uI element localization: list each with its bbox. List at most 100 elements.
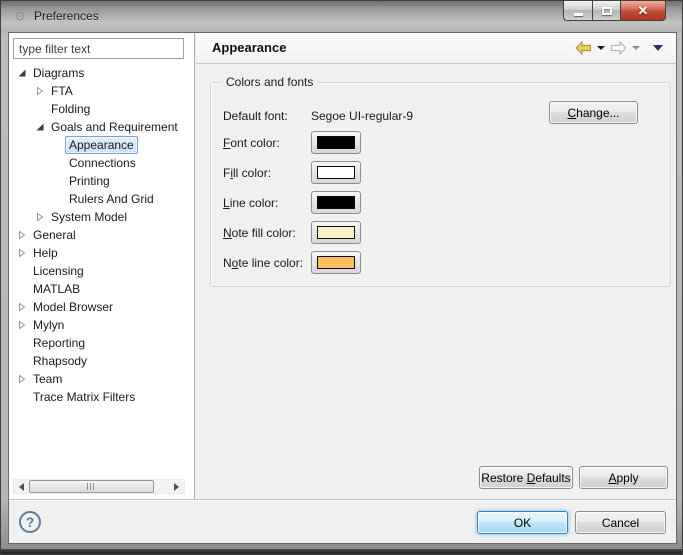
tree-item-label: Diagrams	[33, 66, 85, 80]
tree-item-model-browser[interactable]: Model Browser	[9, 298, 193, 316]
tree-item-label: Rulers And Grid	[69, 192, 154, 206]
tree-item-connections[interactable]: Connections	[9, 154, 193, 172]
tree-item-fta[interactable]: FTA	[9, 82, 193, 100]
back-history-dropdown-icon[interactable]	[597, 46, 605, 50]
colors-and-fonts-group: Colors and fonts Default font: Segoe UI-…	[210, 75, 671, 287]
change-font-button[interactable]: Change...	[549, 101, 638, 124]
tree-item-label: Licensing	[33, 264, 84, 278]
scroll-left-arrow-icon[interactable]	[14, 480, 29, 493]
tree-item-reporting[interactable]: Reporting	[9, 334, 193, 352]
tree-item-label: System Model	[51, 210, 128, 224]
forward-history-dropdown-icon[interactable]	[632, 46, 640, 50]
expand-arrow-icon[interactable]	[33, 212, 47, 222]
maximize-icon	[601, 6, 612, 15]
tree-item-team[interactable]: Team	[9, 370, 193, 388]
caption-buttons: ✕	[563, 1, 666, 21]
note-fill-color-swatch-button[interactable]	[311, 221, 361, 244]
tree-item-printing[interactable]: Printing	[9, 172, 193, 190]
tree-item-label: Help	[33, 246, 58, 260]
line-color-swatch-button[interactable]	[311, 191, 361, 214]
tree-item-mylyn[interactable]: Mylyn	[9, 316, 193, 334]
tree-item-label: Team	[33, 372, 63, 386]
expand-arrow-icon[interactable]	[15, 320, 29, 330]
close-button[interactable]: ✕	[621, 1, 666, 21]
tree-item-label: Trace Matrix Filters	[33, 390, 136, 404]
app-gear-icon: ⚙	[14, 9, 26, 24]
tree-item-system-model[interactable]: System Model	[9, 208, 193, 226]
history-nav	[575, 41, 665, 55]
ok-button[interactable]: OK	[477, 511, 568, 534]
filter-input[interactable]	[13, 38, 184, 59]
tree-item-trace-matrix-filters[interactable]: Trace Matrix Filters	[9, 388, 193, 406]
tree-item-label: Folding	[51, 102, 91, 116]
tree-item-matlab[interactable]: MATLAB	[9, 280, 193, 298]
maximize-button[interactable]	[592, 1, 621, 21]
default-font-value: Segoe UI-regular-9	[311, 109, 414, 123]
note-fill-color-swatch	[317, 226, 355, 239]
page-title: Appearance	[212, 40, 287, 55]
forward-arrow-icon[interactable]	[610, 41, 627, 55]
page-header: Appearance	[196, 33, 676, 64]
group-title: Colors and fonts	[222, 75, 318, 89]
color-rows: Font color: Fill color: Line color: Note fi…	[223, 131, 361, 281]
note-fill-color-row: Note fill color:	[223, 221, 361, 244]
tree-item-label: MATLAB	[33, 282, 81, 296]
tree-item-rhapsody[interactable]: Rhapsody	[9, 352, 193, 370]
font-color-swatch-button[interactable]	[311, 131, 361, 154]
default-font-row: Default font: Segoe UI-regular-9 Change.…	[223, 101, 658, 128]
font-color-label: Font color:	[223, 135, 280, 150]
help-button[interactable]: ?	[19, 511, 41, 533]
scrollbar-grip-icon	[87, 483, 96, 490]
tree-item-licensing[interactable]: Licensing	[9, 262, 193, 280]
tree-item-label: Goals and Requirement	[51, 120, 178, 134]
scrollbar-thumb[interactable]	[29, 480, 154, 493]
note-line-color-swatch-button[interactable]	[311, 251, 361, 274]
horizontal-scrollbar[interactable]	[13, 479, 185, 494]
tree-item-rulers-and-grid[interactable]: Rulers And Grid	[9, 190, 193, 208]
collapse-arrow-icon[interactable]	[15, 68, 29, 78]
preferences-window: ⚙ Preferences ✕ Diagrams FTA Folding Goals …	[0, 0, 683, 555]
tree-item-appearance[interactable]: Appearance	[9, 136, 193, 154]
tree-item-folding[interactable]: Folding	[9, 100, 193, 118]
cancel-button[interactable]: Cancel	[575, 511, 666, 534]
font-color-row: Font color:	[223, 131, 361, 154]
tree-item-goals-and-requirement[interactable]: Goals and Requirement	[9, 118, 193, 136]
tree-item-label: Connections	[69, 156, 136, 170]
note-line-color-row: Note line color:	[223, 251, 361, 274]
fill-color-swatch	[317, 166, 355, 179]
tree-item-general[interactable]: General	[9, 226, 193, 244]
tree-item-diagrams[interactable]: Diagrams	[9, 64, 193, 82]
restore-defaults-button[interactable]: Restore Defaults	[479, 466, 573, 489]
default-font-label: Default font:	[223, 109, 288, 123]
apply-button[interactable]: Apply	[579, 466, 668, 489]
back-arrow-icon[interactable]	[575, 41, 592, 55]
expand-arrow-icon[interactable]	[33, 86, 47, 96]
window-title: Preferences	[34, 9, 99, 23]
preferences-tree: Diagrams FTA Folding Goals and Requirement A…	[9, 64, 193, 406]
view-menu-icon[interactable]	[653, 45, 663, 51]
scroll-right-arrow-icon[interactable]	[169, 480, 184, 493]
collapse-arrow-icon[interactable]	[33, 122, 47, 132]
note-fill-color-label: Note fill color:	[223, 225, 296, 240]
expand-arrow-icon[interactable]	[15, 248, 29, 258]
expand-arrow-icon[interactable]	[15, 302, 29, 312]
expand-arrow-icon[interactable]	[15, 374, 29, 384]
line-color-row: Line color:	[223, 191, 361, 214]
close-icon: ✕	[637, 2, 649, 18]
fill-color-swatch-button[interactable]	[311, 161, 361, 184]
line-color-label: Line color:	[223, 195, 279, 210]
note-line-color-label: Note line color:	[223, 255, 304, 270]
tree-item-label: Mylyn	[33, 318, 65, 332]
sidebar-panel: Diagrams FTA Folding Goals and Requirement A…	[9, 33, 195, 499]
tree-item-help[interactable]: Help	[9, 244, 193, 262]
minimize-button[interactable]	[563, 1, 592, 21]
expand-arrow-icon[interactable]	[15, 230, 29, 240]
